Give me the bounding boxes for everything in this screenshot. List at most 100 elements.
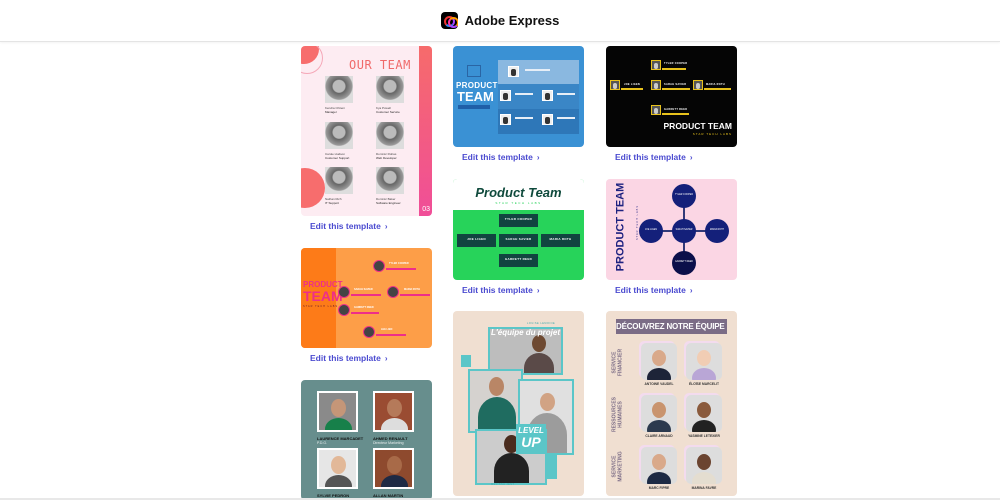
template-title: OUR TEAM (349, 58, 411, 72)
member-name-line (515, 93, 533, 95)
template-card-level-up[interactable]: L'équipe du projet LOUISE LEMOINE LEVEL … (453, 311, 584, 496)
member-photo (317, 391, 358, 432)
member-role: Manager (325, 110, 337, 114)
decor-ring (301, 46, 323, 74)
template-card-decouvrez-equipe[interactable]: DÉCOUVREZ NOTRE ÉQUIPE ! SERVICE FINANCI… (606, 311, 737, 496)
page-number: 03 (422, 206, 430, 213)
template-card-green-product-team[interactable]: Product Team STAR TECH LABS TYLER COOPER… (453, 179, 584, 280)
edit-template-link[interactable]: Edit this template › (615, 152, 693, 162)
person-body (524, 353, 554, 373)
member-photo (317, 448, 358, 489)
department-label: RESSOURCES HUMAINES (611, 397, 624, 433)
template-tagline: STAR TECH LABS (495, 201, 542, 205)
member-name: TYLER COOPER (389, 262, 409, 265)
member-role: Software Engineer (376, 201, 401, 205)
member-circle: GARRETT REED (672, 251, 696, 275)
connector-line (662, 113, 689, 115)
brand[interactable]: Adobe Express (440, 12, 560, 29)
member-avatar (693, 80, 703, 90)
connector-line (704, 88, 731, 90)
team-member: Nathan Rich IT Support (325, 167, 355, 205)
department-label: SERVICE MARKETING (611, 451, 624, 482)
member-role: IT Support (325, 201, 339, 205)
member-circle: MARIA ROTH (705, 219, 729, 243)
edit-template-label: Edit this template (462, 285, 533, 295)
member-photo (641, 447, 677, 484)
member-name: ÉLOÏSE MARCELIT (688, 382, 720, 386)
connector-line (662, 88, 690, 90)
connector-line (386, 268, 416, 270)
template-card-black-product-team[interactable]: TYLER COOPER JOE LIGEN SARAH SAVIER MARI… (606, 46, 737, 147)
member-name: YASMINE LETEXIER (688, 434, 720, 438)
member-name: LEE LIEN (381, 328, 393, 331)
member-photo (373, 391, 414, 432)
edit-template-label: Edit this template (615, 285, 686, 295)
template-card-blue-product-team[interactable]: PRODUCT TEAM (453, 46, 584, 147)
chevron-right-icon: › (384, 353, 388, 363)
brand-name: Adobe Express (464, 13, 560, 28)
member-name: SARAH SAVIER (664, 83, 687, 86)
edit-template-label: Edit this template (615, 152, 686, 162)
edit-template-label: Edit this template (310, 221, 381, 231)
member-name: ANTOINE VAUDEL (644, 382, 674, 386)
edit-template-link[interactable]: Edit this template › (310, 221, 388, 231)
member-avatar (373, 260, 385, 272)
member-box: TYLER COOPER (499, 214, 538, 227)
member-box: GARRETT REED (499, 254, 538, 267)
member-avatar (363, 326, 375, 338)
edit-template-link[interactable]: Edit this template › (310, 353, 388, 363)
member-avatar (338, 304, 350, 316)
member-name: MARIA ROTH (706, 83, 725, 86)
team-member: Dominic Rohas Web Developer (376, 122, 406, 160)
member-photo (641, 343, 677, 380)
member-name: MARINA FAVRE (691, 486, 717, 490)
edit-template-label: Edit this template (462, 152, 533, 162)
decor-block (461, 355, 471, 367)
template-tagline: STAR TECH LABS (636, 204, 639, 241)
template-title: PRODUCT TEAM (663, 121, 732, 131)
member-avatar (542, 90, 553, 101)
team-member: Dominic Baker Software Engineer (376, 167, 406, 205)
member-role: Directeur Marketing (373, 441, 404, 445)
member-name: MARC FIPRE (648, 486, 670, 490)
member-name-line (515, 117, 533, 119)
template-card-our-team[interactable]: 03 OUR TEAM Kendra Chiteni Manager Kya Po… (301, 46, 432, 216)
edit-template-link[interactable]: Edit this template › (462, 285, 540, 295)
chevron-right-icon: › (536, 285, 540, 295)
connector-line (376, 334, 406, 336)
edit-template-link[interactable]: Edit this template › (615, 285, 693, 295)
chevron-right-icon: › (689, 285, 693, 295)
member-name: LOUISE LEMOINE (527, 322, 556, 325)
template-card-pink-product-team[interactable]: PRODUCT TEAM STAR TECH LABS TYLER COOPER… (606, 179, 737, 280)
decor-circle (301, 168, 325, 208)
member-avatar (500, 90, 511, 101)
member-photo (325, 167, 353, 194)
member-avatar (651, 105, 661, 115)
member-circle: JOE LIGEN (639, 219, 663, 243)
tagline-bar (458, 105, 490, 109)
member-name: SARAH SAVIER (354, 288, 373, 291)
member-name-line (525, 69, 550, 71)
member-avatar (500, 114, 511, 125)
member-photo (325, 76, 353, 103)
member-box: SARAH SAVIER (499, 234, 538, 247)
person-body (494, 453, 529, 483)
team-member: Carole Hudson Customer Support (325, 122, 355, 160)
template-title-line2: TEAM (457, 89, 494, 104)
member-name: JOE LIGEN (624, 83, 641, 86)
member-avatar (651, 80, 661, 90)
edit-template-label: Edit this template (310, 353, 381, 363)
member-name: GARRETT REED (664, 108, 688, 111)
org-panel (498, 60, 579, 134)
member-name: MARIA ROTH (404, 288, 420, 291)
member-name: CLAIRE ARNAUD (645, 434, 673, 438)
member-role: P.D.G. (317, 441, 328, 445)
template-card-orange-product-team[interactable]: PRODUCT TEAM STAR TECH LABS TYLER COOPER… (301, 248, 432, 348)
edit-template-link[interactable]: Edit this template › (462, 152, 540, 162)
member-avatar (651, 60, 661, 70)
badge-line2: UP (521, 434, 541, 450)
chevron-right-icon: › (384, 221, 388, 231)
member-photo (373, 448, 414, 489)
template-card-teal-team-grid[interactable]: LAURENCE MARCADET P.D.G. AHMED RENAULT D… (301, 380, 432, 500)
template-title: PRODUCT TEAM (614, 182, 627, 272)
